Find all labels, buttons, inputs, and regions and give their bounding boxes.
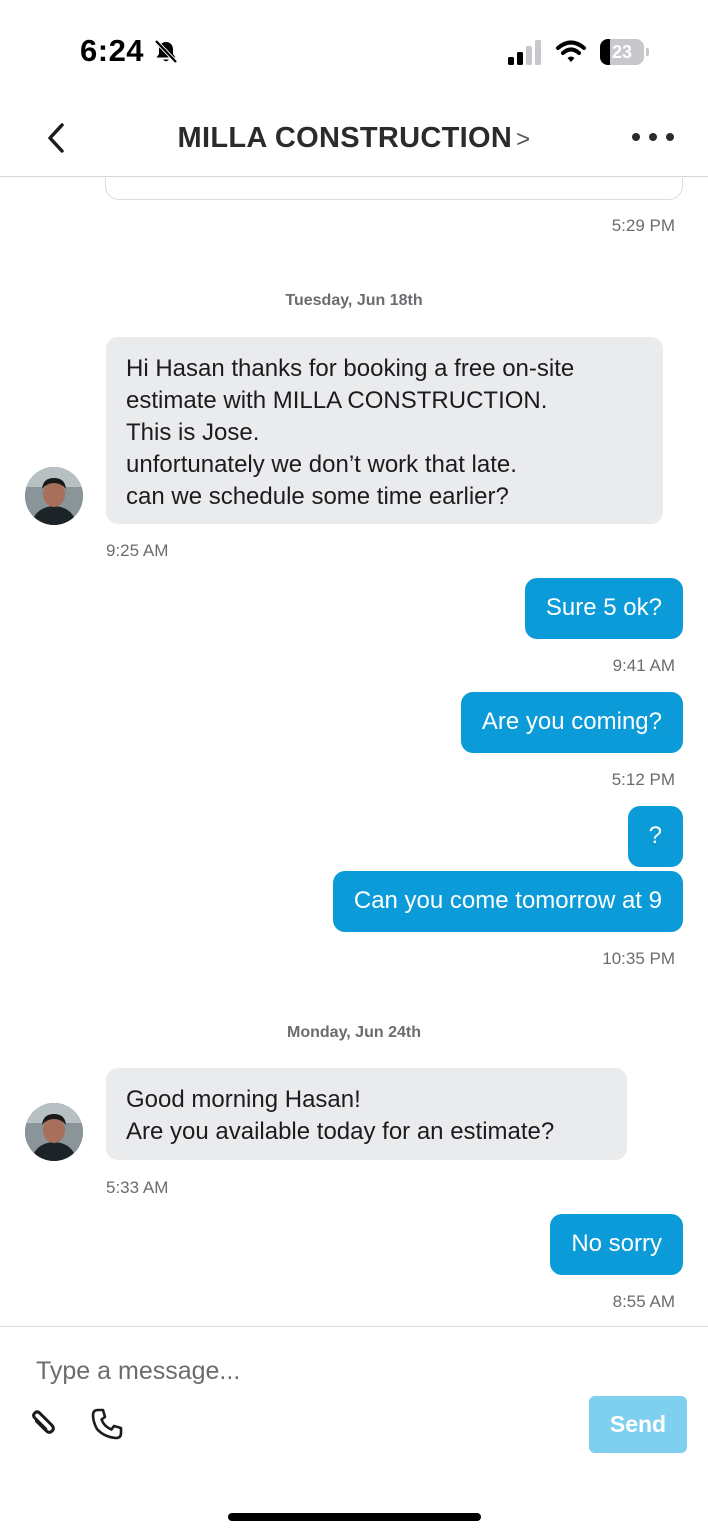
contact-photo: [25, 467, 83, 525]
message-timestamp: 10:35 PM: [602, 949, 675, 968]
outgoing-message-bubble[interactable]: ?: [627, 806, 683, 867]
more-options-button[interactable]: [628, 122, 678, 152]
chevron-right-icon: >: [516, 126, 531, 153]
message-timestamp: 8:55 AM: [612, 1292, 675, 1311]
contact-photo: [25, 1103, 83, 1161]
bell-slash-icon: [154, 39, 178, 64]
message-timestamp: 9:25 AM: [106, 541, 169, 560]
message-timestamp: 5:33 AM: [106, 1178, 169, 1197]
date-divider: Monday, Jun 24th: [287, 1024, 421, 1041]
message-list[interactable]: 5:29 PM Tuesday, Jun 18th Hi Hasan thank…: [0, 178, 708, 1326]
cellular-signal-icon: [508, 40, 541, 65]
battery-level: 23: [611, 42, 633, 62]
message-text: unfortunately we don’t work that late.: [126, 451, 517, 478]
message-text: This is Jose.: [126, 419, 260, 446]
avatar[interactable]: [25, 1103, 83, 1161]
ellipsis-icon: [632, 133, 640, 141]
send-button[interactable]: Send: [589, 1396, 687, 1453]
home-indicator: [228, 1513, 481, 1521]
message-text: Hi Hasan thanks for booking a free on-si…: [126, 355, 575, 382]
status-time: 6:24: [80, 33, 145, 68]
incoming-message-bubble[interactable]: Good morning Hasan! Are you available to…: [106, 1068, 627, 1160]
message-timestamp: 5:29 PM: [611, 216, 675, 235]
outgoing-message-bubble[interactable]: Sure 5 ok?: [524, 578, 683, 639]
wifi-icon: [556, 40, 586, 62]
outgoing-message-bubble[interactable]: Can you come tomorrow at 9: [332, 871, 683, 932]
message-input[interactable]: [36, 1351, 576, 1391]
status-bar: 6:24 23: [0, 0, 708, 100]
attach-button[interactable]: [28, 1407, 62, 1441]
message-timestamp: 5:12 PM: [611, 770, 675, 789]
message-timestamp: 9:41 AM: [612, 656, 675, 675]
message-text: can we schedule some time earlier?: [126, 483, 509, 510]
call-button[interactable]: [90, 1407, 124, 1441]
conversation-header: MILLA CONSTRUCTION >: [0, 100, 708, 177]
battery-icon: 23: [600, 39, 649, 65]
outgoing-message-bubble[interactable]: Are you coming?: [460, 692, 683, 753]
incoming-message-bubble[interactable]: Hi Hasan thanks for booking a free on-si…: [106, 337, 663, 524]
message-text: Good morning Hasan!: [126, 1086, 361, 1113]
phone-icon: [91, 1408, 123, 1440]
contact-title[interactable]: MILLA CONSTRUCTION >: [0, 122, 708, 155]
message-text: estimate with MILLA CONSTRUCTION.: [126, 387, 548, 414]
avatar[interactable]: [25, 467, 83, 525]
previous-message-card: [105, 178, 683, 200]
paperclip-icon: [32, 1410, 55, 1434]
message-composer: Send: [0, 1326, 708, 1536]
date-divider: Tuesday, Jun 18th: [285, 292, 423, 309]
outgoing-message-bubble[interactable]: No sorry: [550, 1214, 683, 1275]
contact-name: MILLA CONSTRUCTION: [177, 122, 513, 154]
message-text: Are you available today for an estimate?: [126, 1118, 555, 1145]
